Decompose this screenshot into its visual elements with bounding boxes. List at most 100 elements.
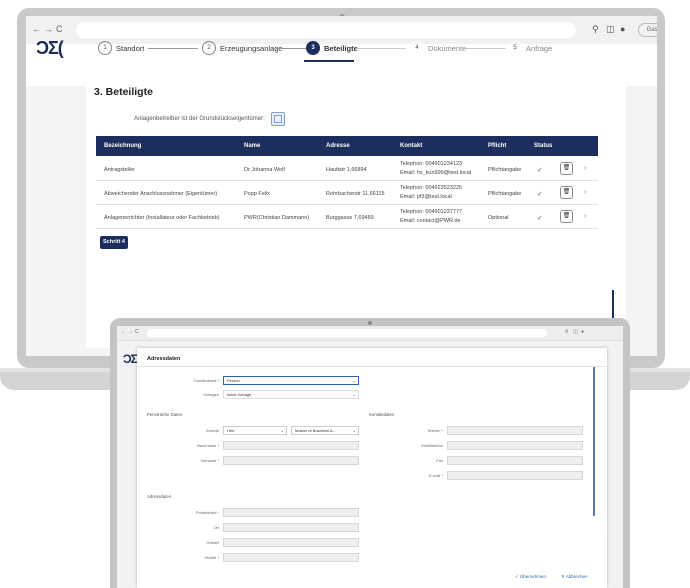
ort-label: Ort xyxy=(213,525,219,530)
col-adresse[interactable]: Adresse xyxy=(326,143,350,149)
vorlagen-value: keine Vorlage xyxy=(227,392,252,397)
kundenkreis-select[interactable]: Person ⌄ xyxy=(223,376,359,385)
modal-divider xyxy=(137,366,607,367)
status-check-icon: ✓ xyxy=(537,191,543,198)
cell-telefon: Telephon: 004901234123 xyxy=(400,161,463,167)
tablet-address-bar[interactable] xyxy=(147,329,547,337)
brand-logo[interactable]: ϽΣ( xyxy=(36,38,64,59)
vorlagen-select[interactable]: keine Vorlage ⌄ xyxy=(223,390,359,399)
telefon-input[interactable] xyxy=(447,426,583,435)
section-title: 3. Beteiligte xyxy=(94,86,153,98)
step-label: Erzeugungsanlage xyxy=(220,43,283,53)
col-status[interactable]: Status xyxy=(534,143,552,149)
checkbox-inner-icon xyxy=(274,115,282,123)
back-icon[interactable]: ← xyxy=(121,329,126,335)
step-dokumente[interactable]: 4 Dokumente xyxy=(410,40,466,56)
mobil-input[interactable] xyxy=(447,441,583,450)
contact-section-label: Kontaktdaten xyxy=(369,412,395,417)
ort-input[interactable] xyxy=(223,523,359,532)
step-number: 4 xyxy=(410,41,424,55)
forward-icon[interactable]: → xyxy=(128,329,133,335)
cell-adresse: Hauttstr 1,66894 xyxy=(326,167,367,173)
kundenkreis-value: Person xyxy=(227,378,240,383)
address-section-label: Adressdaten xyxy=(147,494,172,499)
step-connector xyxy=(466,48,506,49)
step-label: Beteiligte xyxy=(324,43,358,53)
col-pflicht[interactable]: Pflicht xyxy=(488,143,506,149)
profile-icon[interactable]: ● xyxy=(581,329,584,335)
modal-scrollbar[interactable] xyxy=(593,366,595,516)
modal-title: Adressdaten xyxy=(147,356,181,362)
anrede-select[interactable]: Herr ⌄ xyxy=(223,426,287,435)
cell-bezeichnung: Antragsteller xyxy=(104,167,135,173)
tablet-screen: ← → C ⚲ ◫ ● ϽΣ Adressdaten Kundenkreis *… xyxy=(117,326,623,588)
profile-pill[interactable]: Gast xyxy=(638,23,657,37)
nachname-input[interactable] xyxy=(223,441,359,450)
forward-icon[interactable]: → xyxy=(44,24,53,34)
vorname-label: Vorname * xyxy=(200,458,219,463)
nachname-label: Nachname * xyxy=(196,443,219,448)
profile-icon[interactable]: ● xyxy=(620,24,625,34)
step-erzeugungsanlage[interactable]: 2 Erzeugungsanlage xyxy=(202,40,283,56)
next-step-button[interactable]: Schritt 4 xyxy=(100,236,128,249)
strasse-label: Straße * xyxy=(204,555,219,560)
status-check-icon: ✓ xyxy=(537,215,543,222)
cell-email: Email: hs_kun999@test.local xyxy=(400,170,472,176)
zoom-icon[interactable]: ⚲ xyxy=(565,329,569,335)
anrede-label: Anrede xyxy=(206,428,219,433)
strasse-input[interactable] xyxy=(223,553,359,562)
step-anfrage[interactable]: 5 Anfrage xyxy=(508,40,552,56)
tablet-brand-logo[interactable]: ϽΣ xyxy=(123,352,138,366)
active-step-underline xyxy=(304,60,354,62)
zoom-icon[interactable]: ⚲ xyxy=(592,24,599,35)
cell-adresse: Rohrbacherstr 11,66115 xyxy=(326,191,385,197)
titel-select[interactable]: Master of Business A... ⌄ xyxy=(291,426,359,435)
delete-icon[interactable]: 🗑 xyxy=(560,186,573,199)
step-beteiligte[interactable]: 3 Beteiligte xyxy=(306,40,358,56)
step-connector xyxy=(148,48,198,49)
step-label: Anfrage xyxy=(526,43,553,53)
uebernehmen-button[interactable]: ✓ Übernehmen xyxy=(515,574,546,580)
tab-icon[interactable]: ◫ xyxy=(573,329,578,335)
tablet-camera xyxy=(368,321,372,325)
step-number: 1 xyxy=(98,41,112,55)
cell-name: Popp Felix xyxy=(244,191,270,197)
plz-input[interactable] xyxy=(223,508,359,517)
step-label: Dokumente xyxy=(428,43,467,53)
step-standort[interactable]: 1 Standort xyxy=(98,40,144,56)
laptop-screen: ← → C ⚲ ◫ ● Gast ϽΣ( 1 Standort 2 Erzeug… xyxy=(26,16,657,356)
step-label: Standort xyxy=(116,43,145,53)
col-name[interactable]: Name xyxy=(244,143,260,149)
delete-icon[interactable]: 🗑 xyxy=(560,162,573,175)
tab-icon[interactable]: ◫ xyxy=(606,24,615,35)
back-icon[interactable]: ← xyxy=(32,24,41,34)
personal-section-label: Persönliche Daten xyxy=(147,412,183,417)
address-bar[interactable] xyxy=(76,22,576,38)
step-connector xyxy=(276,48,306,49)
fax-input[interactable] xyxy=(447,456,583,465)
cell-name: PWR(Christian Dammann) xyxy=(244,215,310,221)
kundenkreis-label: Kundenkreis * xyxy=(194,378,219,383)
email-input[interactable] xyxy=(447,471,583,480)
row-chevron-icon[interactable]: › xyxy=(584,189,586,196)
reload-icon[interactable]: C xyxy=(56,24,63,34)
step-connector xyxy=(356,48,406,49)
reload-icon[interactable]: C xyxy=(135,329,139,335)
email-label: E-mail * xyxy=(428,473,443,478)
col-kontakt[interactable]: Kontakt xyxy=(400,143,422,149)
abbrechen-button[interactable]: ✕ Abbrechen xyxy=(561,574,588,580)
chevron-down-icon: ⌄ xyxy=(352,392,356,397)
col-bezeichnung[interactable]: Bezeichnung xyxy=(104,143,141,149)
row-chevron-icon[interactable]: › xyxy=(584,165,586,172)
row-chevron-icon[interactable]: › xyxy=(584,213,586,220)
step-number: 3 xyxy=(306,41,320,55)
vorname-input[interactable] xyxy=(223,456,359,465)
ortsteil-input[interactable] xyxy=(223,538,359,547)
address-modal xyxy=(137,348,607,588)
plz-label: Postleitzahl * xyxy=(195,510,219,515)
chevron-down-icon: ⌄ xyxy=(280,428,284,433)
step-number: 2 xyxy=(202,41,216,55)
cell-pflicht: Optional xyxy=(488,215,509,221)
delete-icon[interactable]: 🗑 xyxy=(560,210,573,223)
checkbox-label: Anlagenbetreiber ist der Grundstückseige… xyxy=(134,116,265,122)
